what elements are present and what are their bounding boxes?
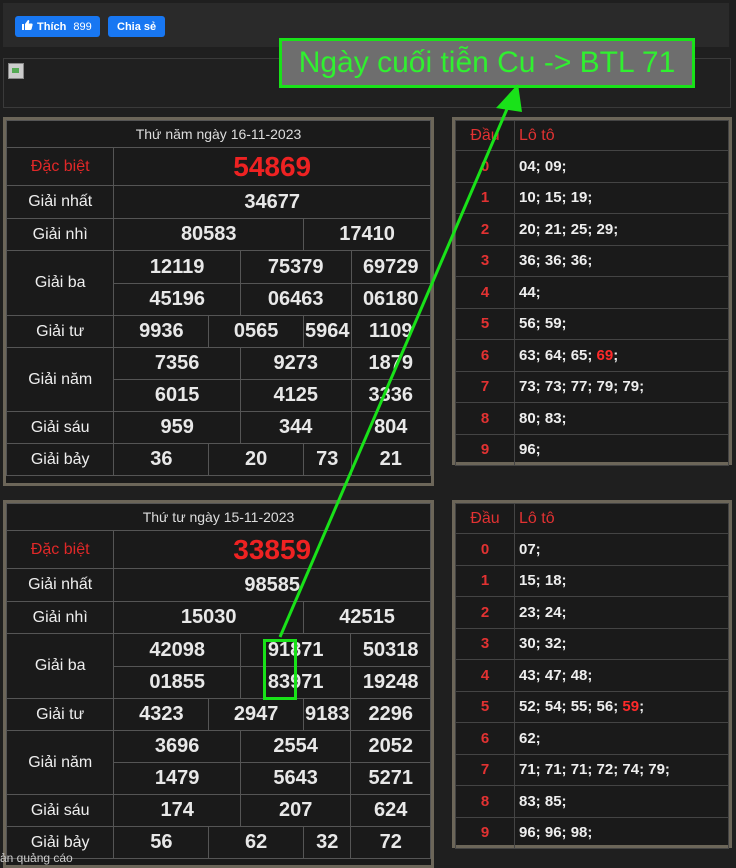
arrow-head-icon xyxy=(496,84,522,112)
ad-label: ản quảng cáo xyxy=(0,851,73,865)
arrow-line xyxy=(278,101,512,638)
annotation-arrow xyxy=(278,84,522,638)
